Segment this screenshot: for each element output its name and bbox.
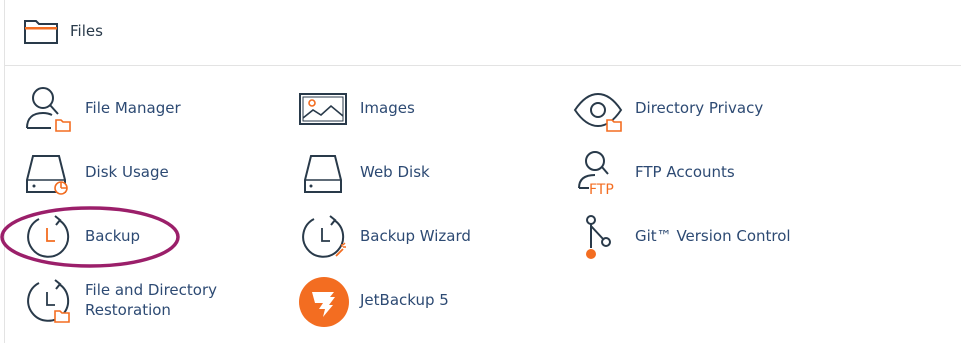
images-link[interactable]: Images xyxy=(298,84,498,140)
directory-privacy-link[interactable]: Directory Privacy xyxy=(573,84,803,140)
web-disk-link[interactable]: Web Disk xyxy=(298,148,498,204)
files-panel: Files File Manager Images Directory Priv… xyxy=(4,0,961,343)
file-directory-restoration-link[interactable]: File and Directory Restoration xyxy=(23,276,243,332)
backup-wizard-link[interactable]: Backup Wizard xyxy=(298,212,498,268)
file-directory-restoration-label: File and Directory Restoration xyxy=(85,281,217,319)
folder-icon xyxy=(24,20,58,44)
images-icon xyxy=(299,93,347,125)
disk-usage-icon xyxy=(26,155,68,195)
section-title: Files xyxy=(70,22,103,40)
file-manager-label: File Manager xyxy=(85,99,181,117)
disk-usage-link[interactable]: Disk Usage xyxy=(23,148,223,204)
backup-wizard-label: Backup Wizard xyxy=(360,227,471,245)
git-version-control-link[interactable]: Git™ Version Control xyxy=(573,212,813,268)
git-version-control-label: Git™ Version Control xyxy=(635,227,791,245)
backup-label: Backup xyxy=(85,227,140,245)
backup-link[interactable]: Backup xyxy=(23,212,183,268)
ftp-accounts-link[interactable]: FTP FTP Accounts xyxy=(573,148,803,204)
images-label: Images xyxy=(360,99,415,117)
file-directory-restoration-icon xyxy=(27,279,70,323)
directory-privacy-label: Directory Privacy xyxy=(635,99,764,117)
ftp-accounts-label: FTP Accounts xyxy=(635,163,735,181)
git-version-control-icon xyxy=(586,215,611,259)
jetbackup-label: JetBackup 5 xyxy=(360,291,449,309)
disk-usage-label: Disk Usage xyxy=(85,163,169,181)
file-manager-icon xyxy=(26,87,71,132)
files-section-header[interactable]: Files xyxy=(5,0,961,66)
jetbackup-link[interactable]: JetBackup 5 xyxy=(298,276,498,332)
ftp-accounts-icon: FTP xyxy=(578,151,614,198)
backup-icon xyxy=(27,215,70,258)
ftp-icon-text: FTP xyxy=(589,182,614,198)
jetbackup-icon xyxy=(299,277,349,327)
backup-wizard-icon xyxy=(302,215,346,258)
file-manager-link[interactable]: File Manager xyxy=(23,84,223,140)
directory-privacy-icon xyxy=(573,92,623,132)
web-disk-icon xyxy=(304,155,342,193)
web-disk-label: Web Disk xyxy=(360,163,430,181)
